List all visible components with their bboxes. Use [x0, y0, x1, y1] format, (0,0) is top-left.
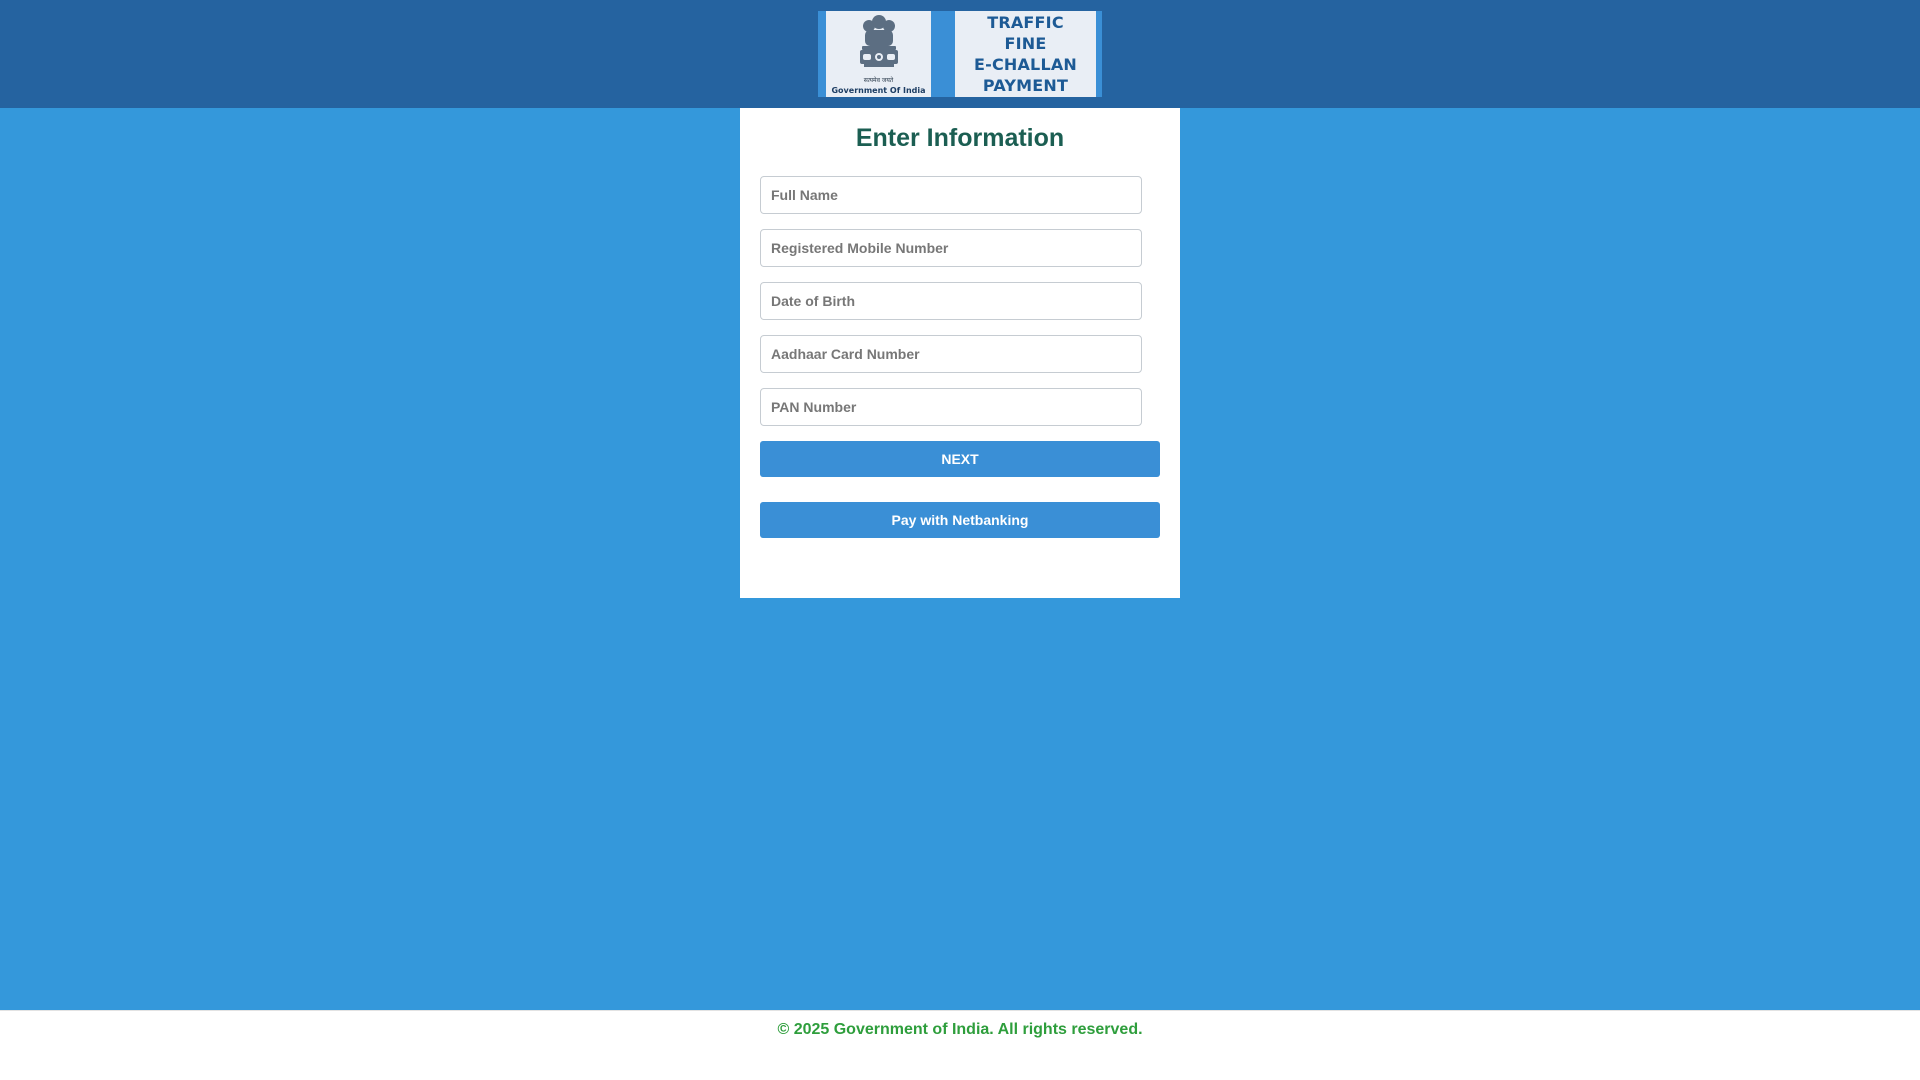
full-name-input[interactable]: [760, 176, 1142, 214]
info-form-card: Enter Information NEXT Pay with Netbanki…: [740, 108, 1180, 598]
banner-title-line: FINE: [1004, 34, 1047, 53]
banner-title-line: E-CHALLAN: [973, 55, 1078, 74]
aadhaar-number-input[interactable]: [760, 335, 1142, 373]
banner-title-line: TRAFFIC: [987, 13, 1064, 32]
ashoka-emblem-icon: [860, 15, 898, 67]
banner-title: TRAFFIC FINE E-CHALLAN PAYMENT: [955, 11, 1096, 97]
pan-number-input[interactable]: [760, 388, 1142, 426]
footer: © 2025 Government of India. All rights r…: [0, 1010, 1920, 1080]
banner-title-line: PAYMENT: [982, 76, 1069, 95]
emblem-motto: सत्यमेव जयते: [863, 77, 894, 84]
date-of-birth-input[interactable]: [760, 282, 1142, 320]
copyright-text: © 2025 Government of India. All rights r…: [777, 1021, 1143, 1038]
emblem-panel: सत्यमेव जयते Government Of India: [826, 11, 931, 97]
form-title: Enter Information: [855, 124, 1065, 152]
site-banner: सत्यमेव जयते Government Of India TRAFFIC…: [818, 11, 1102, 97]
next-button[interactable]: NEXT: [760, 441, 1160, 477]
mobile-number-input[interactable]: [760, 229, 1142, 267]
emblem-caption: Government Of India: [831, 86, 926, 95]
pay-with-netbanking-button[interactable]: Pay with Netbanking: [760, 502, 1160, 538]
header-bar: सत्यमेव जयते Government Of India TRAFFIC…: [0, 0, 1920, 108]
